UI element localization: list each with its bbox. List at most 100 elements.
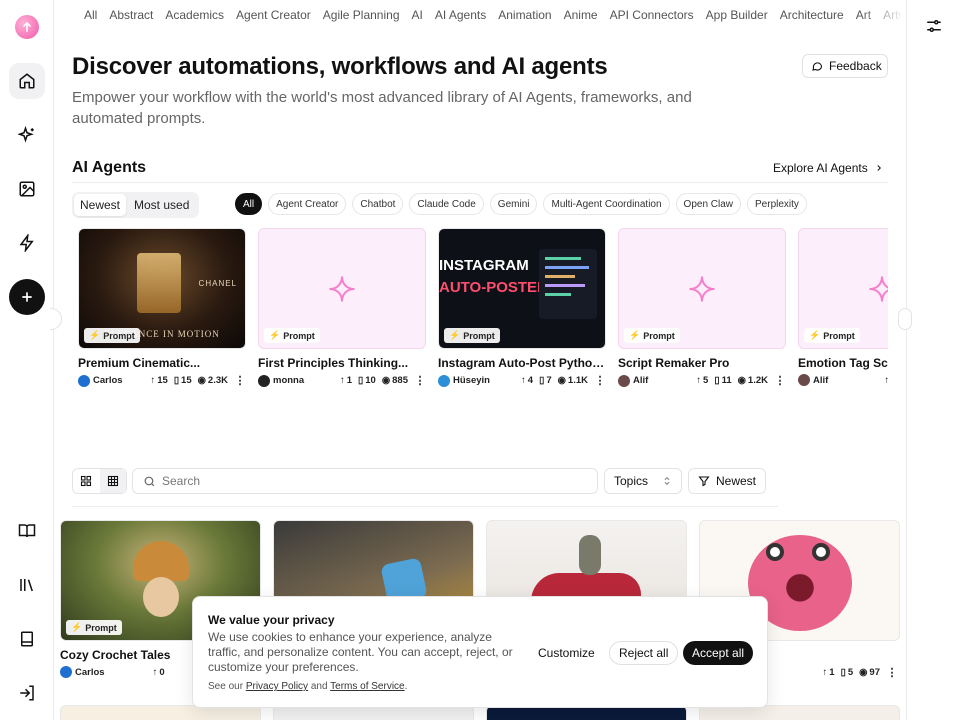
category-link[interactable]: AI Agents	[435, 8, 486, 22]
reject-all-button[interactable]: Reject all	[609, 641, 679, 665]
sidebar-images-button[interactable]	[9, 171, 45, 207]
grid-large-view-button[interactable]	[73, 469, 100, 493]
agent-card-meta: Alif ↑4	[798, 374, 888, 386]
agent-card-title: Emotion Tag Script...	[798, 356, 888, 370]
upvote-icon: ↑	[152, 666, 158, 678]
feedback-button[interactable]: Feedback	[802, 54, 888, 78]
filter-chip[interactable]: Gemini	[489, 193, 538, 215]
sidebar-docs-button[interactable]	[9, 513, 45, 549]
filter-chips: All Agent Creator Chatbot Claude Code Gemini…	[235, 193, 807, 215]
chevron-updown-icon	[664, 477, 670, 485]
library-icon	[20, 579, 33, 592]
sidebar-login-button[interactable]	[9, 675, 45, 711]
logout-icon	[20, 685, 34, 701]
logo-icon[interactable]	[15, 15, 39, 39]
category-link[interactable]: Agent Creator	[236, 8, 311, 22]
wand-icon: ⚡	[89, 330, 101, 340]
sidebar-library-button[interactable]	[9, 567, 45, 603]
filter-chip[interactable]: Multi-Agent Coordination	[543, 193, 670, 215]
carousel-prev-button[interactable]	[50, 308, 62, 330]
category-link[interactable]: AI	[412, 8, 423, 22]
agent-card-meta: Alif ↑ 5 ▯ 11 ◉ 1.2K ⋮	[618, 374, 786, 387]
home-icon	[19, 73, 35, 89]
category-link[interactable]: Agile Planning	[323, 8, 400, 22]
explore-agents-link[interactable]: Explore AI Agents	[773, 161, 884, 175]
more-menu-icon[interactable]: ⋮	[234, 374, 246, 387]
filter-chip[interactable]: Open Claw	[675, 193, 742, 215]
sparkle-icon	[869, 275, 888, 302]
agent-card[interactable]: ⚡ Prompt Script Remaker Pro Alif ↑ 5 ▯ 11 ◉…	[618, 228, 786, 387]
sidebar-saved-button[interactable]	[9, 621, 45, 657]
rider-shape	[579, 535, 601, 575]
more-menu-icon[interactable]: ⋮	[774, 374, 786, 387]
category-link[interactable]: Animation	[498, 8, 551, 22]
author-name: monna	[273, 375, 305, 386]
plus-icon	[22, 292, 32, 302]
eye-icon: ◉	[557, 375, 566, 386]
category-link[interactable]: API Connectors	[610, 8, 694, 22]
filter-chip[interactable]: Claude Code	[409, 193, 484, 215]
agent-card-title: Instagram Auto-Post Python...	[438, 356, 606, 370]
filter-chip[interactable]: All	[235, 193, 263, 215]
wand-icon: ⚡	[629, 330, 641, 340]
privacy-policy-link[interactable]: Privacy Policy	[246, 681, 308, 692]
bolt-icon	[19, 234, 34, 252]
agent-card[interactable]: INSTAGRAM AUTO-POSTER ⚡ Prompt Instagram …	[438, 228, 606, 387]
terms-of-service-link[interactable]: Terms of Service	[330, 681, 404, 692]
grid-icon	[81, 475, 92, 487]
sidebar-home-button[interactable]	[9, 63, 45, 99]
wand-icon: ⚡	[269, 330, 281, 340]
thumb-brand: CHANEL	[198, 279, 237, 288]
feedback-label: Feedback	[829, 59, 882, 73]
cookie-legal: See our Privacy Policy and Terms of Serv…	[208, 681, 408, 692]
accept-all-button[interactable]: Accept all	[683, 641, 754, 665]
agent-card-title: First Principles Thinking...	[258, 356, 409, 370]
agent-card-meta: monna ↑ 1 ▯ 10 ◉ 885 ⋮	[258, 374, 426, 387]
eye-icon: ◉	[381, 375, 391, 386]
tab-newest[interactable]: Newest	[74, 194, 127, 216]
cookie-banner: We value your privacy We use cookies to …	[192, 596, 768, 708]
search-input[interactable]	[162, 474, 582, 488]
filter-chip[interactable]: Agent Creator	[268, 193, 347, 215]
create-button[interactable]	[9, 279, 45, 315]
agent-card-thumbnail: ELEGANCE IN MOTION CHANEL ⚡ Prompt	[78, 228, 246, 349]
category-link[interactable]: App Builder	[706, 8, 768, 22]
prompt-tag: ⚡ Prompt	[804, 328, 860, 343]
agent-card[interactable]: ⚡ Prompt First Principles Thinking... mon…	[258, 228, 426, 387]
category-link[interactable]: All	[84, 8, 97, 22]
agent-card[interactable]: ⚡Prompt Emotion Tag Script... Alif ↑4	[798, 228, 888, 386]
more-menu-icon[interactable]: ⋮	[414, 374, 426, 387]
bookmark-icon: ▯	[714, 375, 720, 386]
category-link[interactable]: Academics	[165, 8, 224, 22]
prompt-tag: ⚡ Prompt	[264, 328, 320, 343]
category-link[interactable]: Anime	[564, 8, 598, 22]
filter-chip[interactable]: Perplexity	[747, 193, 807, 215]
agent-card[interactable]: ELEGANCE IN MOTION CHANEL ⚡ Prompt Premiu…	[78, 228, 246, 387]
sparkle-icon	[329, 275, 355, 302]
carousel-next-button[interactable]	[898, 308, 912, 330]
more-menu-icon[interactable]: ⋮	[886, 666, 898, 679]
agent-card-title: Premium Cinematic...	[78, 356, 201, 370]
filters-toggle-button[interactable]	[925, 17, 943, 40]
customize-button[interactable]: Customize	[530, 641, 603, 665]
eye-shape	[766, 543, 784, 561]
sort-tabs: Newest Most used	[72, 192, 199, 218]
author-name: Alif	[633, 375, 649, 386]
sidebar-ai-button[interactable]	[9, 117, 45, 153]
category-link[interactable]: Abstract	[109, 8, 153, 22]
bookmark-icon: ▯	[840, 667, 846, 678]
topics-select[interactable]: Topics	[604, 468, 682, 494]
more-menu-icon[interactable]: ⋮	[594, 374, 606, 387]
tab-most-used[interactable]: Most used	[128, 194, 195, 216]
avatar	[438, 374, 450, 387]
bookmark-icon	[21, 631, 33, 647]
eye-shape	[812, 543, 830, 561]
sidebar-automations-button[interactable]	[9, 225, 45, 261]
filter-chip[interactable]: Chatbot	[352, 193, 404, 215]
right-rail	[906, 0, 960, 720]
category-link[interactable]: Architecture	[780, 8, 844, 22]
grid-small-view-button[interactable]	[99, 469, 126, 493]
eye-icon: ◉	[197, 375, 206, 386]
prompt-tag: ⚡ Prompt	[444, 328, 500, 343]
sort-button[interactable]: Newest	[688, 468, 766, 494]
